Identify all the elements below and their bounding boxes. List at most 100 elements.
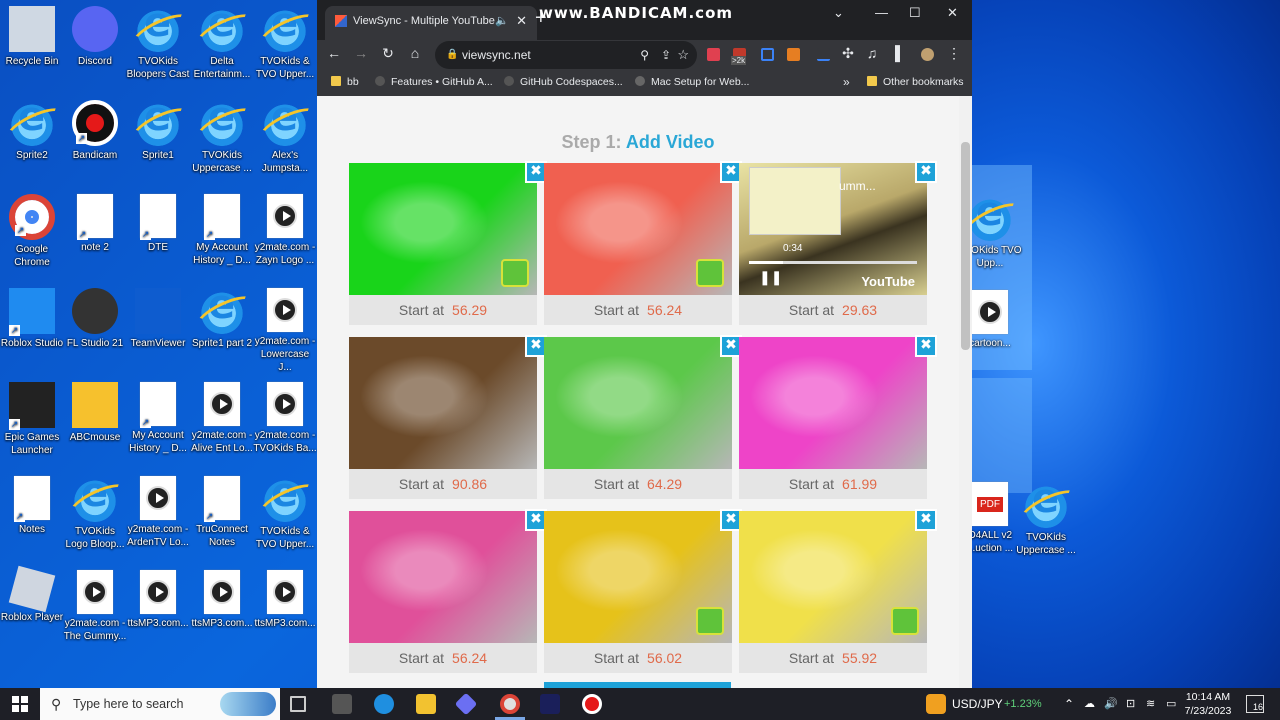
bookmark-item[interactable]: Mac Setup for Web...	[635, 70, 749, 94]
weather-icon[interactable]: ☁	[1084, 688, 1095, 720]
video-thumbnail[interactable]	[544, 163, 732, 295]
network-icon[interactable]: ⊡	[1126, 688, 1135, 720]
file-explorer-icon[interactable]	[416, 694, 436, 714]
desktop-icon[interactable]: Alex's Jumpsta...	[253, 94, 317, 175]
profile-avatar[interactable]	[921, 48, 934, 61]
bookmarks-overflow-button[interactable]: »	[843, 70, 850, 94]
bandicam-taskbar-icon[interactable]	[582, 694, 602, 714]
minimize-icon[interactable]: —	[875, 5, 888, 20]
desktop-icon[interactable]: TVOKids Uppercase ...	[1014, 476, 1078, 557]
close-window-icon[interactable]: ✕	[947, 5, 958, 21]
wifi-icon[interactable]: ≋	[1146, 688, 1155, 720]
desktop-icon[interactable]: Recycle Bin	[0, 6, 64, 68]
desktop-icon[interactable]: y2mate.com - The Gummy...	[63, 570, 127, 643]
video-thumbnail[interactable]	[739, 511, 927, 643]
desktop-icon[interactable]: My Account History _ D...	[126, 382, 190, 455]
notification-center[interactable]: 16	[1246, 695, 1264, 713]
remove-video-button[interactable]: ✖	[915, 161, 937, 183]
cast-icon[interactable]	[761, 48, 774, 61]
desktop-icon[interactable]: Roblox Studio	[0, 288, 64, 350]
desktop-icon[interactable]: Epic Games Launcher	[0, 382, 64, 457]
back-icon[interactable]: ←	[325, 45, 343, 61]
desktop-icon[interactable]: ttsMP3.com...	[190, 570, 254, 630]
start-time-input[interactable]: 56.24	[452, 650, 487, 666]
side-panel-icon[interactable]: ▌	[891, 45, 909, 61]
desktop-icon[interactable]: Delta Entertainm...	[190, 0, 254, 81]
desktop-icon[interactable]: y2mate.com - TVOKids Ba...	[253, 382, 317, 455]
bookmark-item[interactable]: GitHub Codespaces...	[504, 70, 623, 94]
maximize-icon[interactable]: ☐	[909, 5, 921, 21]
media-control-icon[interactable]: ♫	[863, 45, 881, 61]
bookmark-star-icon[interactable]: ☆	[677, 41, 689, 69]
app-icon[interactable]	[454, 692, 478, 716]
desktop-icon[interactable]: DTE	[126, 194, 190, 254]
desktop-icon[interactable]: TVOKids Logo Bloop...	[63, 470, 127, 551]
desktop-icon[interactable]: Notes	[0, 476, 64, 536]
add-video-link[interactable]: Add Video	[626, 132, 715, 152]
remove-video-button[interactable]: ✖	[915, 509, 937, 531]
desktop-icon[interactable]: ABCmouse	[63, 382, 127, 444]
desktop-icon[interactable]: y2mate.com - Lowercase J...	[253, 288, 317, 374]
start-time-input[interactable]: 56.29	[452, 302, 487, 318]
home-icon[interactable]: ⌂	[406, 45, 424, 61]
extensions-puzzle-icon[interactable]: ✣	[839, 45, 857, 62]
video-progress-bar[interactable]	[749, 261, 917, 264]
zoom-icon[interactable]: ⚲	[640, 41, 649, 69]
video-thumbnail[interactable]	[349, 337, 537, 469]
store-icon[interactable]	[332, 694, 352, 714]
start-time-input[interactable]: 56.24	[647, 302, 682, 318]
desktop-icon[interactable]: Discord	[63, 6, 127, 68]
forward-icon[interactable]: →	[352, 45, 370, 61]
clock[interactable]: 10:14 AM 7/23/2023	[1184, 690, 1232, 718]
menu-kebab-icon[interactable]: ⋮	[945, 45, 963, 62]
video-thumbnail[interactable]: umm... 0:34 ❚❚ YouTube	[739, 163, 927, 295]
disney-plus-icon[interactable]	[540, 694, 560, 714]
video-thumbnail[interactable]	[544, 511, 732, 643]
speaker-icon[interactable]: 🔈	[495, 6, 509, 36]
scrollbar-thumb[interactable]	[961, 142, 970, 350]
pause-icon[interactable]: ❚❚	[759, 269, 782, 286]
desktop-icon[interactable]: TeamViewer	[126, 288, 190, 350]
desktop-icon[interactable]: TVOKids Uppercase ...	[190, 94, 254, 175]
video-thumbnail[interactable]	[349, 511, 537, 643]
bookmark-item[interactable]: bb	[331, 70, 359, 94]
tray-overflow-icon[interactable]: ⌃	[1064, 688, 1074, 720]
start-time-input[interactable]: 61.99	[842, 476, 877, 492]
start-time-input[interactable]: 90.86	[452, 476, 487, 492]
desktop-icon[interactable]: y2mate.com - Alive Ent Lo...	[190, 382, 254, 455]
page-scrollbar[interactable]	[959, 96, 972, 688]
desktop-icon[interactable]: Bandicam	[63, 100, 127, 162]
reload-icon[interactable]: ↻	[379, 45, 397, 62]
other-bookmarks[interactable]: Other bookmarks	[867, 70, 964, 94]
remove-video-button[interactable]: ✖	[915, 335, 937, 357]
volume-icon[interactable]: 🔊	[1104, 688, 1118, 720]
desktop-icon[interactable]: note 2	[63, 194, 127, 254]
start-time-input[interactable]: 56.02	[647, 650, 682, 666]
start-time-input[interactable]: 64.29	[647, 476, 682, 492]
address-bar[interactable]: 🔒 viewsync.net ⚲ ⇪ ☆	[435, 41, 697, 69]
desktop-icon[interactable]: y2mate.com - Zayn Logo ...	[253, 194, 317, 267]
desktop-icon[interactable]: y2mate.com - ArdenTV Lo...	[126, 476, 190, 549]
browser-tab[interactable]: ViewSync - Multiple YouTube 🔈 ✕	[325, 6, 537, 40]
video-thumbnail[interactable]	[349, 163, 537, 295]
desktop-icon[interactable]: TVOKids & TVO Upper...	[253, 0, 317, 81]
extension-icon[interactable]	[817, 48, 830, 61]
bookmark-item[interactable]: Features • GitHub A...	[375, 70, 493, 94]
start-button[interactable]	[12, 696, 28, 712]
desktop-icon[interactable]: ttsMP3.com...	[126, 570, 190, 630]
battery-icon[interactable]: ▭	[1166, 688, 1176, 720]
close-tab-icon[interactable]: ✕	[516, 6, 527, 36]
ticker-name[interactable]: USD/JPY	[952, 688, 1003, 720]
task-view-icon[interactable]	[290, 696, 306, 712]
desktop-icon[interactable]: TVOKids Bloopers Cast	[126, 0, 190, 81]
chrome-taskbar-icon[interactable]	[500, 694, 520, 714]
start-time-input[interactable]: 55.92	[842, 650, 877, 666]
video-thumbnail[interactable]	[739, 337, 927, 469]
desktop-icon[interactable]: TruConnect Notes	[190, 476, 254, 549]
pocket-icon[interactable]	[707, 48, 720, 61]
desktop-icon[interactable]: ttsMP3.com...	[253, 570, 317, 630]
start-time-input[interactable]: 29.63	[842, 302, 877, 318]
desktop-icon[interactable]: Google Chrome	[0, 194, 64, 269]
edge-icon[interactable]	[374, 694, 394, 714]
desktop-icon[interactable]: Sprite1 part 2	[190, 282, 254, 350]
